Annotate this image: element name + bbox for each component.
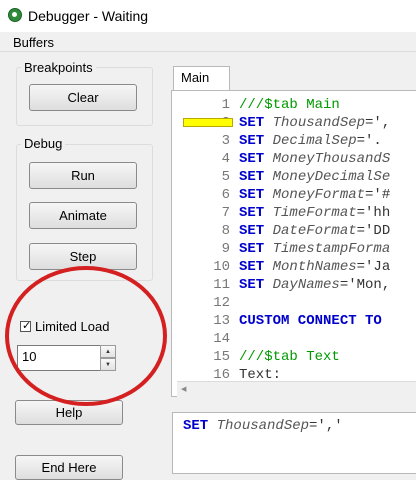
annotation-circle [5,266,167,406]
